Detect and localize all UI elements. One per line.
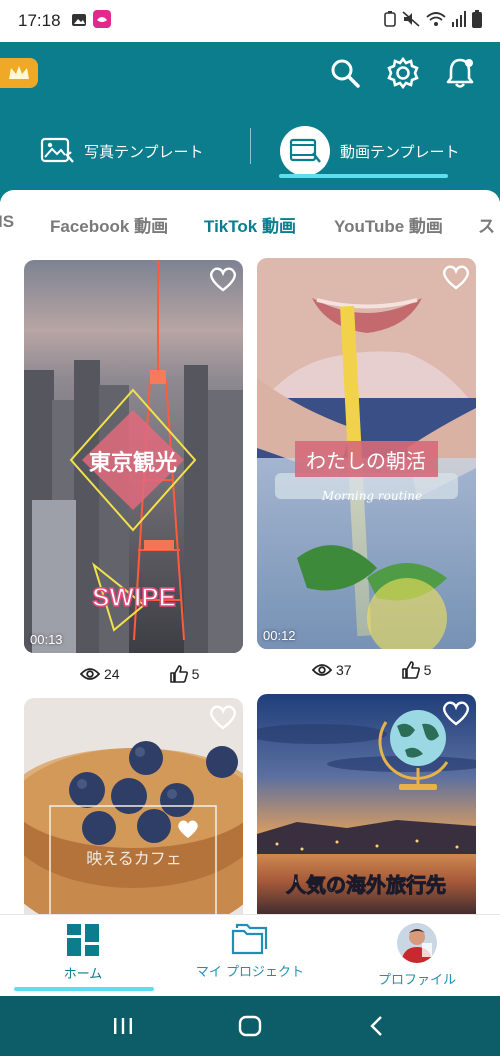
premium-badge[interactable] [0, 58, 38, 88]
template-subtitle: Morning routine [321, 489, 422, 503]
avatar [397, 923, 437, 963]
active-nav-indicator [14, 987, 154, 991]
template-thumbnail: 東京観光 SWIPE [24, 260, 243, 653]
nav-profile[interactable]: プロファイル [337, 923, 497, 988]
thumbs-up-icon [169, 665, 188, 683]
video-duration: 00:13 [30, 632, 63, 647]
template-title: 映えるカフェ [86, 849, 182, 868]
home-grid-icon [67, 924, 99, 956]
tab-video-templates[interactable]: 動画テンプレート [280, 126, 460, 176]
views-count: 24 [80, 666, 120, 682]
app-header: 写真テンプレート 動画テンプレート [0, 42, 500, 202]
likes-count: 5 [169, 665, 200, 683]
nav-home-label: ホーム [63, 967, 103, 982]
favorite-button[interactable] [209, 266, 237, 292]
template-title: 東京観光 [89, 450, 177, 476]
nav-my-projects-label: マイ プロジェクト [195, 965, 305, 980]
status-time: 17:18 [18, 11, 61, 30]
template-card[interactable]: わたしの朝活 Morning routine 00:12 [257, 258, 476, 649]
tab-youtube-video[interactable]: YouTube 動画 [334, 212, 443, 237]
heart-icon [209, 705, 237, 730]
likes-count: 5 [401, 661, 432, 679]
status-bar: 17:18 [0, 0, 500, 42]
settings-button[interactable] [386, 56, 420, 90]
template-thumbnail: 人気の海外旅行先 [257, 694, 476, 928]
nav-home[interactable]: ホーム [3, 923, 163, 982]
video-duration: 00:12 [263, 628, 296, 643]
template-stats: 37 5 [312, 658, 431, 682]
tab-photo-templates[interactable]: 写真テンプレート [40, 126, 204, 176]
template-title: 人気の海外旅行先 [286, 873, 446, 897]
active-mode-indicator [279, 174, 448, 178]
likes-value: 5 [423, 662, 432, 678]
category-tabs: IS Facebook 動画 TikTok 動画 YouTube 動画 ス [0, 200, 500, 244]
mute-icon [402, 11, 420, 31]
thumbs-up-icon [401, 661, 420, 679]
template-subtitle: SWIPE [92, 582, 176, 612]
likes-value: 5 [191, 666, 200, 682]
template-card[interactable]: 東京観光 SWIPE 00:13 [24, 260, 243, 653]
tab-photo-templates-label: 写真テンプレート [84, 142, 204, 161]
heart-icon [442, 701, 470, 726]
photo-template-icon [40, 137, 74, 163]
template-stats: 24 5 [80, 662, 199, 686]
signal-icon [452, 11, 466, 31]
favorite-button[interactable] [442, 700, 470, 726]
heart-icon [209, 267, 237, 292]
views-count: 37 [312, 662, 352, 678]
nav-profile-label: プロファイル [377, 973, 456, 988]
folder-icon [231, 923, 268, 955]
settings-icon [387, 56, 419, 90]
views-value: 24 [104, 666, 120, 682]
eye-icon [312, 664, 332, 676]
heart-icon [442, 265, 470, 290]
template-card[interactable]: 映えるカフェ [24, 698, 243, 928]
template-card[interactable]: 人気の海外旅行先 [257, 694, 476, 928]
recents-icon [114, 1018, 133, 1034]
photo-icon [71, 12, 87, 31]
tab-facebook-video[interactable]: Facebook 動画 [50, 212, 168, 237]
notifications-icon [446, 58, 474, 88]
wifi-icon [426, 11, 446, 31]
system-navigation-bar [0, 996, 500, 1056]
notifications-button[interactable] [443, 56, 477, 90]
favorite-button[interactable] [209, 704, 237, 730]
search-button[interactable] [328, 56, 362, 90]
crown-icon [9, 66, 29, 79]
back-icon [369, 1016, 382, 1036]
bluetooth-battery-icon [384, 11, 396, 31]
search-icon [331, 59, 360, 88]
video-template-icon [289, 138, 321, 163]
home-icon [238, 1015, 262, 1037]
battery-icon [472, 10, 482, 32]
favorite-button[interactable] [442, 264, 470, 290]
recents-button[interactable] [103, 1011, 143, 1041]
tab-tiktok-video[interactable]: TikTok 動画 [204, 212, 296, 237]
home-button[interactable] [230, 1011, 270, 1041]
tab-divider [250, 128, 251, 164]
nav-my-projects[interactable]: マイ プロジェクト [170, 923, 330, 980]
back-button[interactable] [357, 1011, 397, 1041]
template-thumbnail: わたしの朝活 Morning routine [257, 258, 476, 649]
tab-category-partial-right[interactable]: ス [478, 212, 495, 237]
views-value: 37 [336, 662, 352, 678]
tab-video-templates-label: 動画テンプレート [340, 142, 460, 161]
video-template-icon-badge [280, 126, 330, 176]
eye-icon [80, 668, 100, 680]
template-title: わたしの朝活 [306, 449, 426, 473]
tab-category-partial-left[interactable]: IS [0, 212, 14, 232]
template-thumbnail: 映えるカフェ [24, 698, 243, 928]
app-notification-icon [92, 10, 111, 32]
bottom-navigation: ホーム マイ プロジェクト プロファイル [0, 914, 500, 994]
